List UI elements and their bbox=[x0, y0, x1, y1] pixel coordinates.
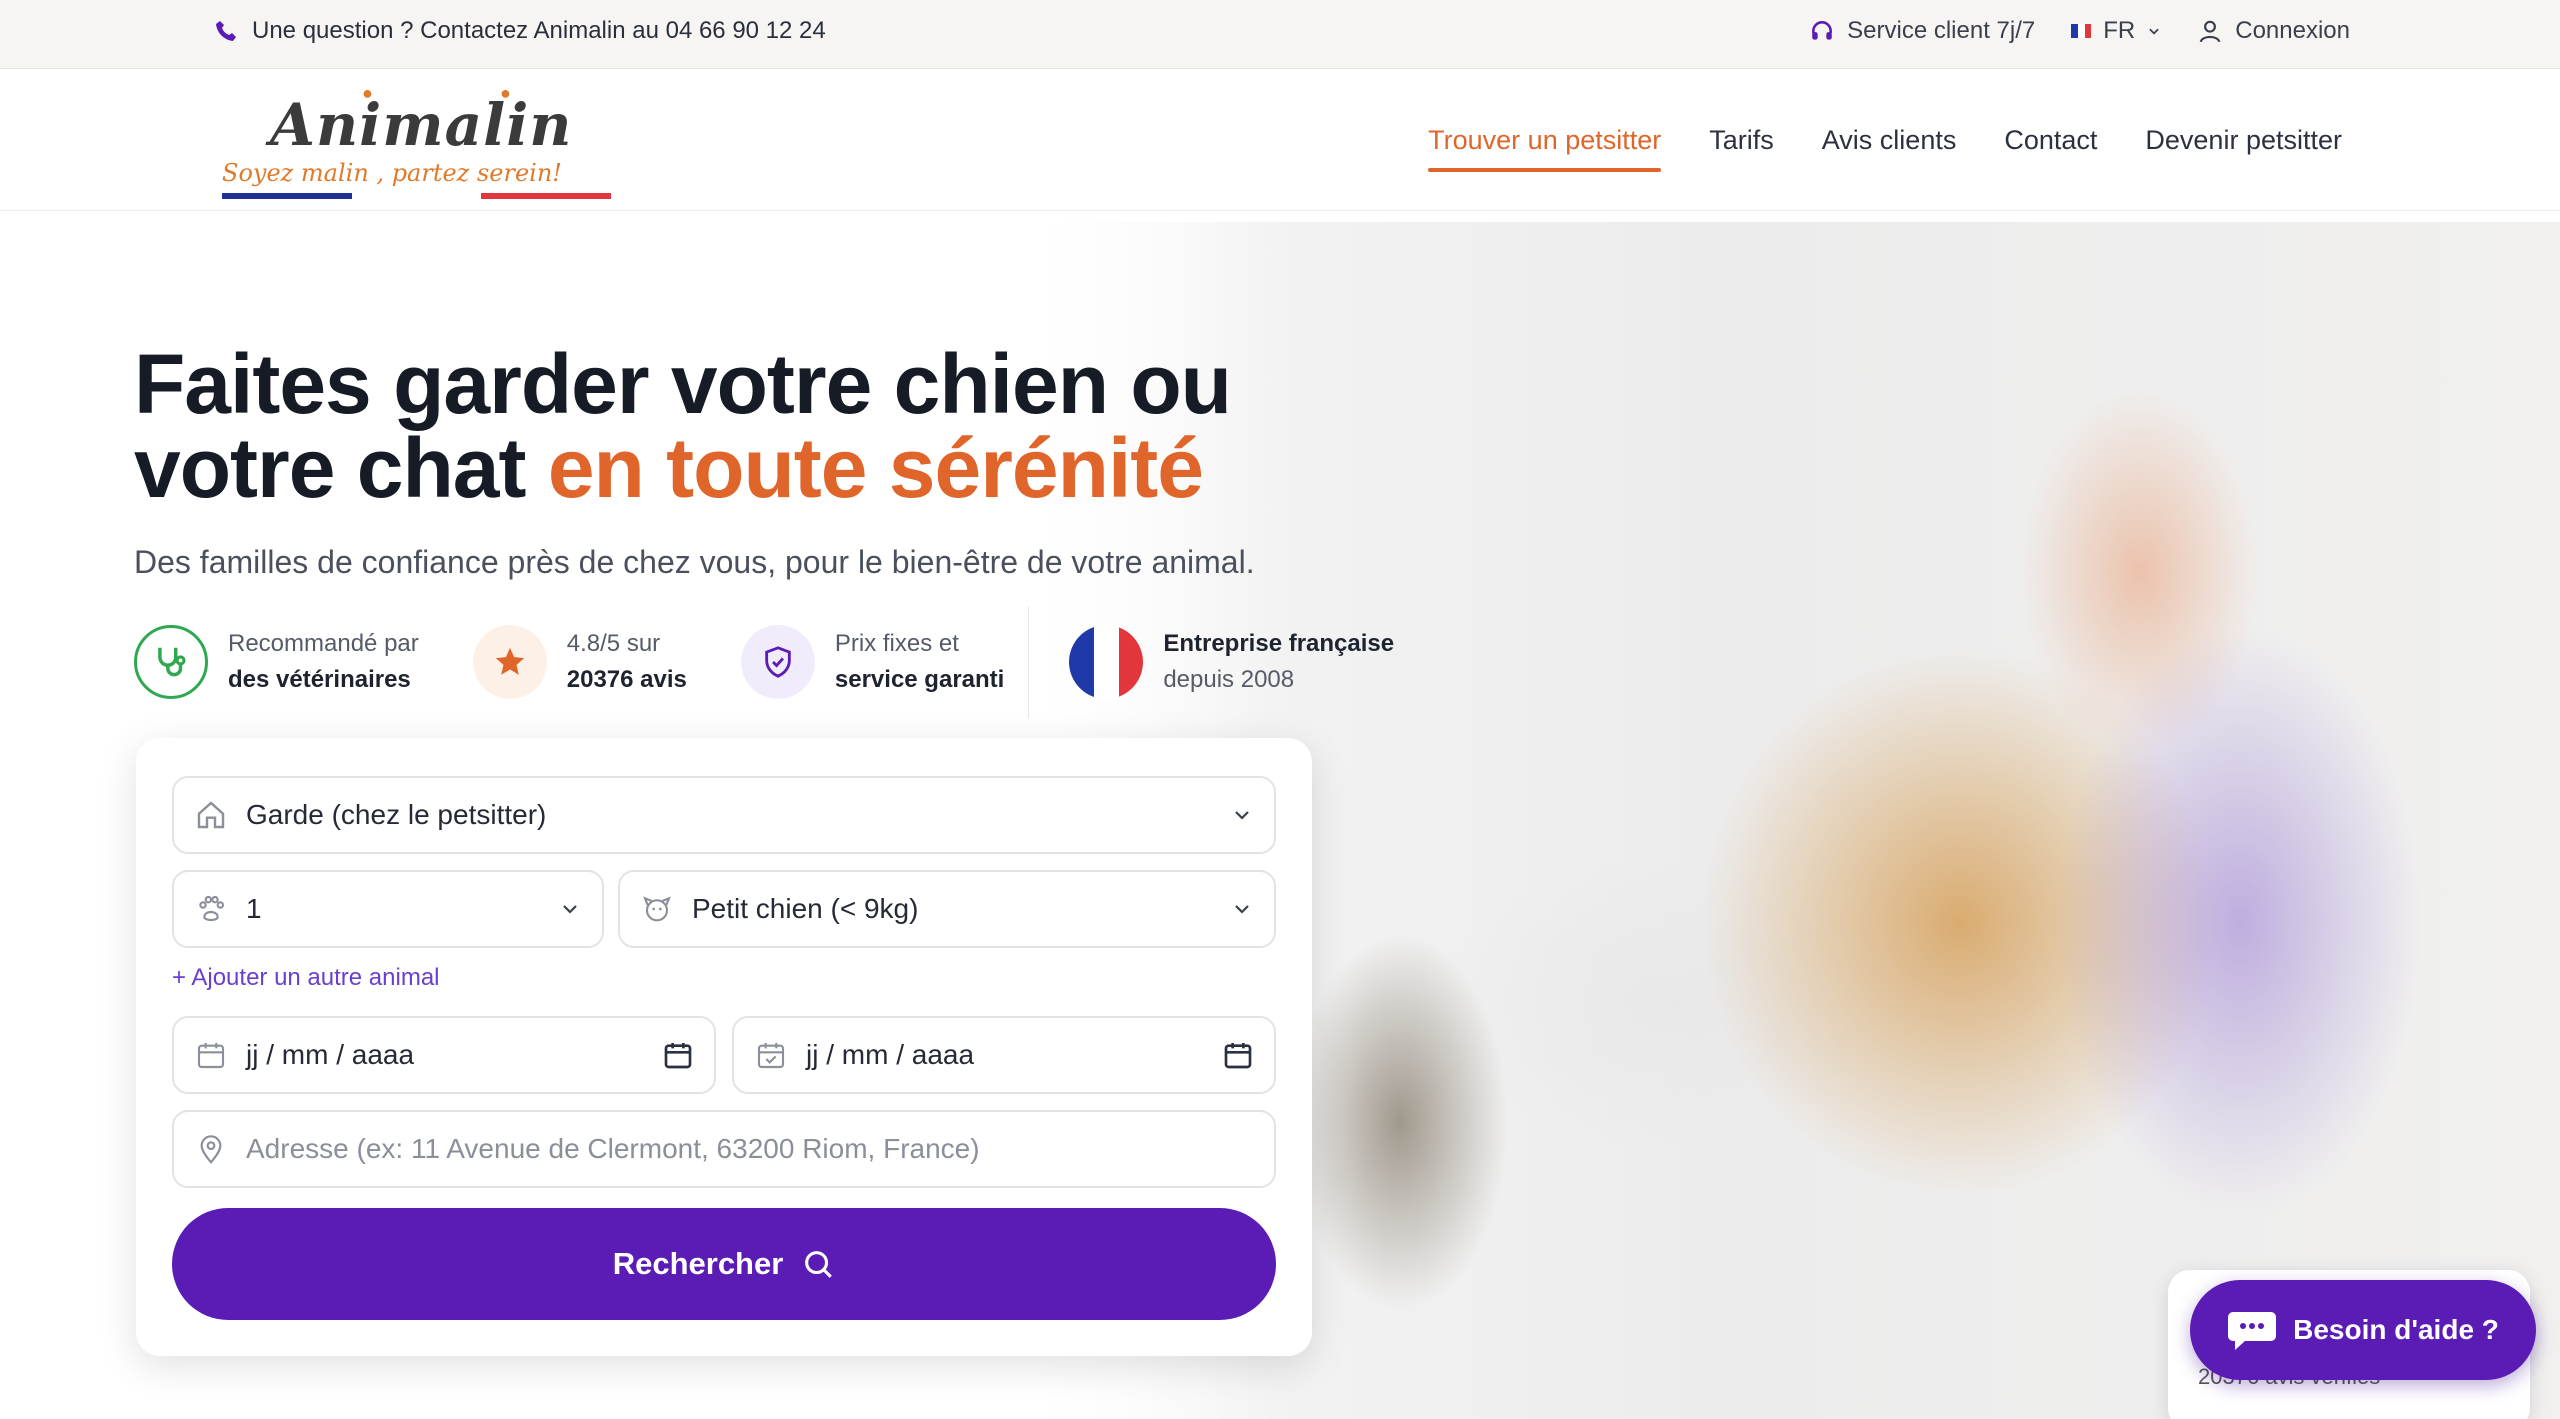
search-button-label: Rechercher bbox=[612, 1246, 784, 1281]
calendar-icon bbox=[194, 1038, 228, 1072]
address-input[interactable]: Adresse (ex: 11 Avenue de Clermont, 6320… bbox=[172, 1110, 1276, 1188]
service-client-text: Service client 7j/7 bbox=[1847, 17, 2036, 44]
badge-entreprise-francaise: Entreprise française depuis 2008 bbox=[1069, 625, 1394, 699]
user-icon bbox=[2199, 20, 2221, 43]
badge-line1: Prix fixes et bbox=[834, 630, 959, 657]
calendar-check-icon bbox=[754, 1038, 788, 1072]
search-button[interactable]: Rechercher bbox=[172, 1208, 1276, 1320]
hero-title: Faites garder votre chien ou votre chat … bbox=[134, 342, 1334, 510]
nav-find-petsitter[interactable]: Trouver un petsitter bbox=[1428, 115, 1662, 172]
chat-bubble-icon bbox=[2228, 1312, 2277, 1350]
badge-line1: 4.8/5 sur bbox=[566, 630, 661, 657]
language-selector[interactable]: FR bbox=[2071, 17, 2161, 45]
hero-subtitle: Des familles de confiance près de chez v… bbox=[134, 544, 1255, 580]
animal-size-select[interactable]: Petit chien (< 9kg) bbox=[618, 870, 1276, 948]
calendar-picker-icon[interactable] bbox=[662, 1039, 694, 1071]
logo-red-bar bbox=[481, 193, 611, 199]
logo-blue-bar bbox=[222, 193, 352, 199]
top-info-bar: Une question ? Contactez Animalin au 04 … bbox=[0, 0, 2560, 69]
language-label: FR bbox=[2103, 17, 2136, 44]
star-icon bbox=[472, 625, 547, 699]
add-animal-link[interactable]: + Ajouter un autre animal bbox=[172, 964, 440, 992]
stethoscope-icon bbox=[134, 625, 208, 699]
service-type-select[interactable]: Garde (chez le petsitter) bbox=[172, 776, 1276, 854]
main-nav: Trouver un petsitter Tarifs Avis clients… bbox=[1428, 69, 2342, 211]
help-chat-label: Besoin d'aide ? bbox=[2293, 1314, 2499, 1345]
chevron-down-icon bbox=[563, 905, 577, 914]
french-flag-icon bbox=[2071, 24, 2092, 38]
logo-tagline: Soyez malin , partez serein! bbox=[222, 159, 562, 187]
shield-check-icon bbox=[740, 625, 815, 699]
start-date-value: jj / mm / aaaa bbox=[246, 1039, 415, 1070]
login-link[interactable]: Connexion bbox=[2197, 17, 2350, 45]
badge-divider bbox=[1028, 606, 1030, 718]
chevron-down-icon bbox=[2149, 28, 2159, 35]
nav-avis-clients[interactable]: Avis clients bbox=[1822, 115, 1957, 166]
headset-icon bbox=[1812, 21, 1833, 40]
badge-prix-fixes: Prix fixes et service garanti bbox=[740, 625, 1005, 699]
home-icon bbox=[194, 798, 228, 832]
paw-icon: ● bbox=[500, 83, 511, 103]
badge-avis: 4.8/5 sur 20376 avis bbox=[472, 625, 687, 699]
hero-section: Faites garder votre chien ou votre chat … bbox=[0, 222, 2560, 1419]
search-icon bbox=[805, 1251, 833, 1278]
badge-line2: 20376 avis bbox=[566, 666, 687, 693]
nav-contact[interactable]: Contact bbox=[2004, 115, 2097, 166]
nav-tarifs[interactable]: Tarifs bbox=[1709, 115, 1774, 166]
contact-text: Une question ? Contactez Animalin au 04 … bbox=[252, 17, 826, 44]
badge-line1: Recommandé par bbox=[228, 630, 419, 657]
paw-icon bbox=[194, 892, 228, 926]
dog-face-icon bbox=[640, 892, 674, 926]
animal-count-select[interactable]: 1 bbox=[172, 870, 604, 948]
chevron-down-icon bbox=[1235, 905, 1249, 914]
location-pin-icon bbox=[194, 1132, 228, 1166]
phone-icon bbox=[216, 21, 236, 41]
badge-line2: service garanti bbox=[834, 666, 1005, 693]
badge-veterinaires: Recommandé par des vétérinaires bbox=[134, 625, 419, 699]
end-date-value: jj / mm / aaaa bbox=[806, 1039, 975, 1070]
contact-info[interactable]: Une question ? Contactez Animalin au 04 … bbox=[214, 0, 826, 62]
service-type-value: Garde (chez le petsitter) bbox=[246, 799, 547, 830]
badge-line2: des vétérinaires bbox=[228, 666, 411, 693]
search-card: Garde (chez le petsitter) 1 Petit chien … bbox=[136, 738, 1312, 1356]
login-label: Connexion bbox=[2235, 17, 2350, 44]
start-date-field[interactable]: jj / mm / aaaa bbox=[172, 1016, 716, 1094]
animal-size-value: Petit chien (< 9kg) bbox=[692, 893, 919, 924]
french-flag-icon bbox=[1069, 625, 1144, 699]
trust-badges: Recommandé par des vétérinaires 4.8/5 sur… bbox=[134, 606, 1448, 718]
address-placeholder: Adresse (ex: 11 Avenue de Clermont, 6320… bbox=[246, 1133, 980, 1164]
main-header: Animalin ● ● Soyez malin , partez serein… bbox=[0, 69, 2560, 211]
badge-line1: Entreprise française bbox=[1163, 630, 1395, 657]
chevron-down-icon bbox=[1235, 811, 1249, 820]
paw-icon: ● bbox=[362, 83, 373, 103]
end-date-field[interactable]: jj / mm / aaaa bbox=[732, 1016, 1276, 1094]
badge-line2: depuis 2008 bbox=[1163, 666, 1295, 693]
calendar-picker-icon[interactable] bbox=[1222, 1039, 1254, 1071]
service-client-link[interactable]: Service client 7j/7 bbox=[1809, 17, 2035, 45]
nav-devenir-petsitter[interactable]: Devenir petsitter bbox=[2145, 115, 2342, 166]
help-chat-button[interactable]: Besoin d'aide ? bbox=[2190, 1280, 2536, 1380]
animalin-logo[interactable]: Animalin ● ● Soyez malin , partez serein… bbox=[222, 83, 612, 199]
hero-title-accent: en toute sérénité bbox=[547, 421, 1204, 515]
animal-count-value: 1 bbox=[246, 893, 262, 924]
logo-name: Animalin bbox=[270, 91, 573, 159]
